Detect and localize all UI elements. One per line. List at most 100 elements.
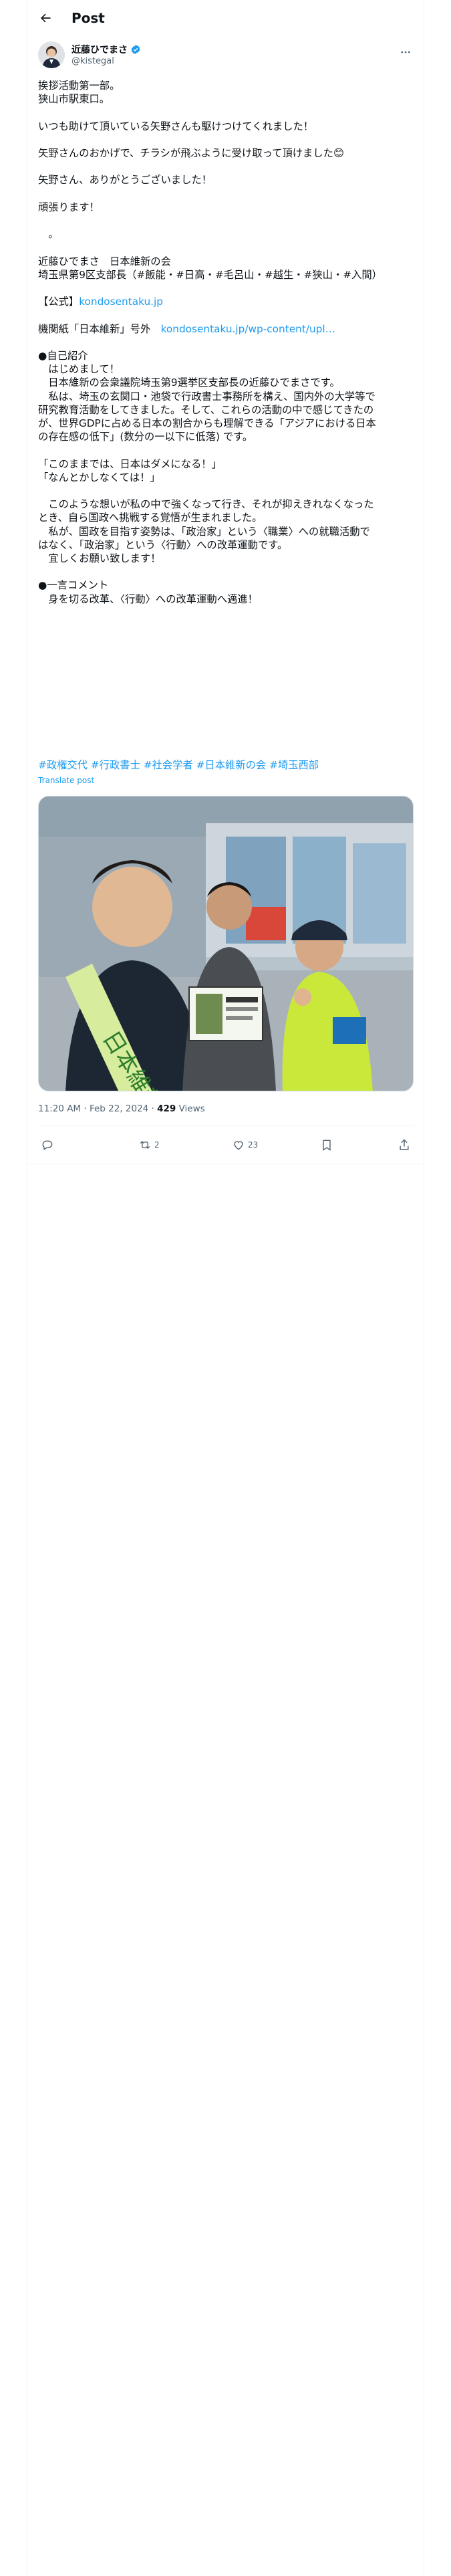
author-row: 近藤ひでまさ @kistegal [38,41,414,71]
timestamp[interactable]: 11:20 AM · Feb 22, 2024 · [38,1103,157,1114]
tweet-line: 私は、埼玉の玄関口・池袋で行政書士事務所を構え、国内外の大学等で [38,390,412,403]
tweet-line [38,484,412,498]
tweet-line: 狭山市駅東口。 [38,92,412,106]
tweet-line: このような想いが私の中で強くなって行き、それが抑えきれなくなった [38,498,412,511]
tweet-line [38,133,412,146]
tweet-line: の存在感の低下」(数分の一以下に低落) です。 [38,430,412,443]
verified-badge-icon [131,45,140,54]
action-bar: 2 23 [38,1132,414,1161]
tweet-photo[interactable]: 日本維新 [38,796,414,1091]
tweet-link[interactable]: kondosentaku.jp/wp-content/upl… [161,323,335,335]
tweet-line: 私が、国政を目指す姿勢は、「政治家」という〈職業〉への就職活動で [38,525,412,538]
tweet-line: 研究教育活動をしてきました。そして、これらの活動の中で感じてきたの [38,403,412,417]
bookmark-button[interactable] [320,1138,333,1152]
tweet-line-text: 日本維新の会衆議院埼玉第9選挙区支部長の近藤ひでまさです。 [38,377,340,389]
tweet-line-text: 宜しくお願い致します！ [38,552,161,564]
avatar[interactable] [38,41,65,68]
reply-button[interactable] [41,1138,57,1152]
translate-link[interactable]: Translate post [38,776,94,785]
author-handle[interactable]: @kistegal [71,56,114,66]
tweet-line: 「なんとかしなくては！」 [38,471,412,484]
tweet-line-text: 矢野さん、ありがとうございました！ [38,174,212,187]
tweet-line: はじめまして！ [38,362,412,376]
tweet-line: いつも助けて頂いている矢野さんも駆けつけてくれました！ [38,120,412,133]
like-icon [234,1141,243,1150]
tweet-line: 日本維新の会衆議院埼玉第9選挙区支部長の近藤ひでまさです。 [38,376,412,389]
tweet-line-text: 矢野さんのおかげで、チラシが飛ぶように受け取って頂けました😊 [38,146,344,159]
tweet-line-text: 近藤ひでまさ 日本維新の会 [38,255,171,267]
tweet-line: 矢野さん、ありがとうございました！ [38,173,412,187]
tweet-line [38,187,412,201]
views-label: Views [176,1103,205,1114]
tweet-link[interactable]: kondosentaku.jp [79,296,163,308]
tweet-line-text: 「なんとかしなくては！」 [38,471,160,484]
tweet-meta: 11:20 AM · Feb 22, 2024 · 429 Views [38,1103,205,1114]
tweet-line [38,308,412,322]
tweet-line-text: 身を切る改革、〈行動〉への改革運動へ邁進！ [38,593,258,605]
tweet-line: 身を切る改革、〈行動〉への改革運動へ邁進！ [38,593,412,606]
tweet-line [38,565,412,578]
tweet-line-text: いつも助けて頂いている矢野さんも駆けつけてくれました！ [38,120,314,132]
tweet-line-text: ●一言コメント [38,579,109,592]
tweet-line [38,241,412,254]
page-title: Post [71,9,105,26]
like-count: 23 [248,1140,259,1150]
back-button[interactable] [34,7,57,29]
reply-icon [42,1140,53,1150]
tweet-line [38,160,412,173]
tweet-line: とき、自ら国政へ挑戦する覚悟が生まれました。 [38,511,412,524]
tweet-line-text: 私が、国政を目指す姿勢は、「政治家」という〈職業〉への就職活動で [38,525,370,538]
tweet-line-text: 狭山市駅東口。 [38,93,110,106]
repost-count: 2 [154,1140,160,1150]
repost-button[interactable]: 2 [138,1138,160,1152]
tweet-line: ●一言コメント [38,578,412,592]
repost-icon [140,1140,150,1150]
tweet-line: 埼玉県第9区支部長（#飯能・#日高・#毛呂山・#越生・#狭山・#入間） [38,268,412,282]
tweet-line: 近藤ひでまさ 日本維新の会 [38,255,412,268]
tweet-line: ●自己紹介 [38,349,412,362]
tweet-line: 宜しくお願い致します！ [38,552,412,565]
header: Post [27,0,424,35]
tweet-line [38,106,412,119]
tweet-line-text: 埼玉県第9区支部長（#飯能・#日高・#毛呂山・#越生・#狭山・#入間） [38,268,382,281]
tweet-line-text: 機関紙「日本維新」号外 [38,322,161,335]
bookmark-icon [323,1140,331,1151]
like-button[interactable]: 23 [232,1138,258,1152]
tweet-line-text: 私は、埼玉の玄関口・池袋で行政書士事務所を構え、国内外の大学等で [38,390,375,403]
share-button[interactable] [398,1138,411,1152]
hashtags[interactable]: #政権交代 #行政書士 #社会学者 #日本維新の会 #埼玉西部 [38,757,319,772]
tweet-line: 頑張ります！ [38,201,412,214]
share-icon [400,1139,409,1150]
tweet-line: 挨拶活動第一部。 [38,79,412,92]
tweet-line [38,282,412,295]
tweet-line: が、世界GDPに占める日本の割合からも理解できる「アジアにおける日本 [38,417,412,430]
views-count: 429 [157,1103,176,1114]
tweet-line: 。 [38,227,412,241]
tweet-line: 機関紙「日本維新」号外 kondosentaku.jp/wp-content/u… [38,322,412,336]
more-icon [401,51,410,53]
main-column: Post 近藤ひでまさ @kistegal 挨拶活動第一部。 狭山市駅東口。 い… [27,0,424,2576]
more-button[interactable] [398,44,414,60]
tweet-line: 「このままでは、日本はダメになる！」 [38,457,412,471]
tweet-line: 矢野さんのおかげで、チラシが飛ぶように受け取って頂けました😊 [38,146,412,160]
author-name[interactable]: 近藤ひでまさ [71,43,128,56]
tweet-line: はなく、「政治家」という〈行動〉への改革運動です。 [38,538,412,552]
tweet-line-text: このような想いが私の中で強くなって行き、それが抑えきれなくなった [38,498,374,511]
tweet-line-text: 挨拶活動第一部。 [38,80,120,92]
tweet-line-text: とき、自ら国政へ挑戦する覚悟が生まれました。 [38,512,263,524]
tweet-line-text: 頑張ります！ [38,201,100,213]
tweet-line [38,214,412,227]
tweet-line [38,443,412,457]
tweet-line-text: 「このままでは、日本はダメになる！」 [38,457,222,470]
name-row: 近藤ひでまさ [71,43,141,56]
tweet-line: 【公式】kondosentaku.jp [38,295,412,308]
tweet-line-text: 研究教育活動をしてきました。そして、これらの活動の中で感じてきたの [38,403,374,416]
tweet-line [38,336,412,349]
tweet-line-text: はなく、「政治家」という〈行動〉への改革運動です。 [38,538,288,551]
tweet-line-text: はじめまして！ [38,363,120,376]
tweet-line-text: ●自己紹介 [38,349,88,362]
tweet-line-text: の存在感の低下」(数分の一以下に低落) です。 [38,431,253,443]
tweet-line-text: 【公式】 [38,296,80,308]
tweet-line-text: が、世界GDPに占める日本の割合からも理解できる「アジアにおける日本 [38,417,376,429]
tweet-line-text: 。 [38,228,59,241]
